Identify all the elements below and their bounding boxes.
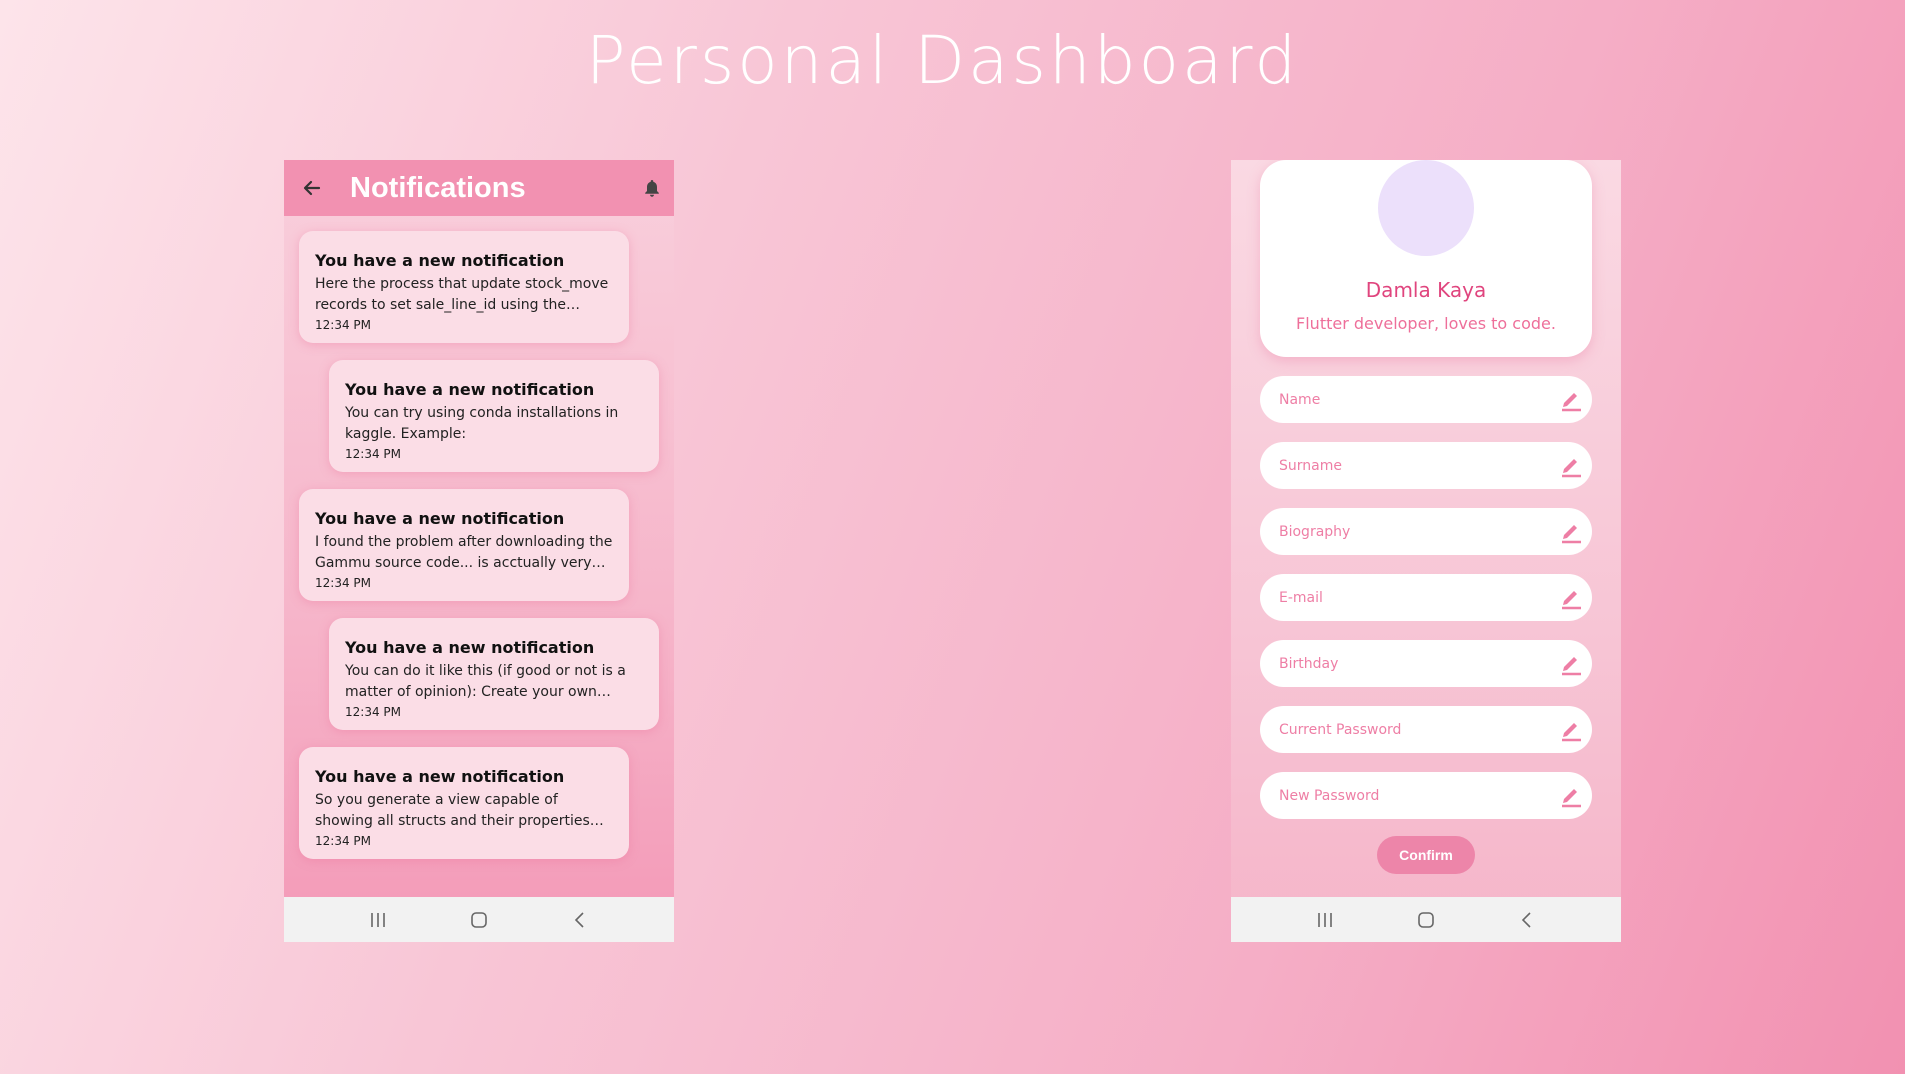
recent-apps-icon[interactable] (1275, 897, 1376, 942)
biography-field[interactable]: Biography (1260, 508, 1592, 555)
notification-time: 12:34 PM (315, 834, 371, 848)
pencil-icon[interactable] (1560, 388, 1582, 412)
notification-title: You have a new notification (315, 251, 565, 270)
email-field[interactable]: E-mail (1260, 574, 1592, 621)
current-password-field[interactable]: Current Password (1260, 706, 1592, 753)
birthday-field[interactable]: Birthday (1260, 640, 1592, 687)
field-label: Name (1279, 391, 1321, 408)
profile-name: Damla Kaya (1365, 278, 1487, 302)
notifications-phone-screen: Notifications You have a new notificatio… (284, 160, 674, 942)
notification-time: 12:34 PM (345, 705, 401, 719)
notification-time: 12:34 PM (315, 576, 371, 590)
field-label: Current Password (1279, 721, 1402, 738)
field-label: Birthday (1279, 655, 1339, 672)
recent-apps-icon[interactable] (328, 897, 429, 942)
system-nav-bar (284, 897, 674, 942)
page-title: Personal Dashboard (585, 22, 1300, 99)
notifications-appbar: Notifications (284, 160, 674, 216)
notification-card[interactable]: You have a new notification You can do i… (329, 618, 659, 730)
pencil-icon[interactable] (1560, 652, 1582, 676)
field-label: Surname (1279, 457, 1342, 474)
home-icon[interactable] (1376, 897, 1477, 942)
notification-body: So you generate a view capable of showin… (315, 792, 590, 829)
profile-phone-screen: Damla Kaya Flutter developer, loves to c… (1231, 160, 1621, 942)
notification-time: 12:34 PM (345, 447, 401, 461)
avatar[interactable] (1378, 160, 1474, 256)
pencil-icon[interactable] (1560, 784, 1582, 808)
name-field[interactable]: Name (1260, 376, 1592, 423)
notification-body: You can try using conda installations in… (345, 405, 619, 442)
back-chevron-icon[interactable] (530, 897, 631, 942)
notification-card[interactable]: You have a new notification You can try … (329, 360, 659, 472)
notification-title: You have a new notification (345, 638, 595, 657)
notification-title: You have a new notification (315, 767, 565, 786)
notification-card[interactable]: You have a new notification I found the … (299, 489, 629, 601)
profile-bio: Flutter developer, loves to code. (1296, 314, 1556, 333)
notification-card[interactable]: You have a new notification So you gener… (299, 747, 629, 859)
bell-icon[interactable] (642, 178, 662, 198)
notification-title: You have a new notification (315, 509, 565, 528)
system-nav-bar (1231, 897, 1621, 942)
profile-card: Damla Kaya Flutter developer, loves to c… (1260, 160, 1592, 357)
arrow-left-icon[interactable] (300, 176, 324, 200)
surname-field[interactable]: Surname (1260, 442, 1592, 489)
back-chevron-icon[interactable] (1477, 897, 1578, 942)
notification-body: I found the problem after downloading th… (315, 534, 613, 571)
pencil-icon[interactable] (1560, 520, 1582, 544)
pencil-icon[interactable] (1560, 586, 1582, 610)
field-label: E-mail (1279, 589, 1323, 606)
field-label: Biography (1279, 523, 1351, 540)
notification-card[interactable]: You have a new notification Here the pro… (299, 231, 629, 343)
confirm-button[interactable]: Confirm (1377, 836, 1475, 874)
appbar-title: Notifications (350, 171, 526, 204)
notification-title: You have a new notification (345, 380, 595, 399)
new-password-field[interactable]: New Password (1260, 772, 1592, 819)
pencil-icon[interactable] (1560, 454, 1582, 478)
pencil-icon[interactable] (1560, 718, 1582, 742)
home-icon[interactable] (429, 897, 530, 942)
notification-body: You can do it like this (if good or not … (345, 663, 626, 700)
notification-body: Here the process that update stock_move … (315, 276, 609, 313)
notification-time: 12:34 PM (315, 318, 371, 332)
field-label: New Password (1279, 787, 1380, 804)
